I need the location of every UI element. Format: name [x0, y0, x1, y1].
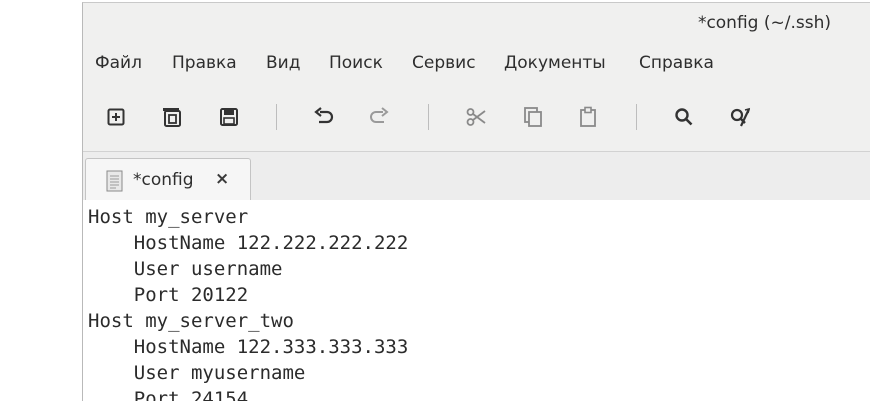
editor-window: *config (~/.ssh) Файл Правка Вид Поиск С… [82, 2, 870, 401]
replace-button[interactable] [726, 103, 754, 131]
tab-strip: *config × [83, 151, 870, 201]
menu-bar: Файл Правка Вид Поиск Сервис Документы С… [83, 49, 870, 81]
redo-button[interactable] [365, 103, 393, 131]
menu-file[interactable]: Файл [95, 53, 142, 73]
menu-tools[interactable]: Сервис [412, 53, 476, 73]
search-icon [675, 108, 693, 126]
text-document-icon [106, 170, 123, 192]
title-bar[interactable]: *config (~/.ssh) [83, 3, 870, 45]
editor-line: Port 20122 [88, 284, 249, 306]
new-document-button[interactable] [102, 103, 130, 131]
editor-line: User username [88, 258, 283, 280]
copy-icon [524, 107, 542, 127]
tab-close-button[interactable]: × [215, 169, 229, 189]
paste-icon [580, 106, 596, 127]
cut-icon [466, 108, 486, 126]
editor-line: Host my_server_two [88, 310, 294, 332]
toolbar-separator [276, 104, 277, 130]
editor-line: HostName 122.222.222.222 [88, 232, 409, 254]
tab-config[interactable]: *config × [85, 158, 251, 201]
undo-icon [314, 107, 334, 124]
text-editor[interactable]: Host my_server HostName 122.222.222.222 … [83, 200, 870, 401]
redo-icon [370, 107, 389, 123]
paste-button[interactable] [574, 103, 602, 131]
editor-line: Port 24154 [88, 388, 249, 401]
search-button[interactable] [670, 103, 698, 131]
tab-label: *config [133, 170, 194, 190]
cut-button[interactable] [462, 103, 490, 131]
new-document-icon [107, 108, 125, 126]
editor-line: Host my_server [88, 206, 249, 228]
toolbar-separator [636, 104, 637, 130]
menu-documents[interactable]: Документы [504, 53, 606, 73]
copy-button[interactable] [519, 103, 547, 131]
save-icon [220, 108, 238, 126]
open-icon [163, 108, 181, 127]
editor-line: HostName 122.333.333.333 [88, 336, 409, 358]
toolbar [83, 95, 870, 141]
window-title: *config (~/.ssh) [697, 13, 831, 33]
save-button[interactable] [215, 103, 243, 131]
open-button[interactable] [158, 103, 186, 131]
menu-edit[interactable]: Правка [172, 53, 237, 73]
undo-button[interactable] [310, 103, 338, 131]
toolbar-separator [428, 104, 429, 130]
menu-help[interactable]: Справка [639, 53, 714, 73]
menu-search[interactable]: Поиск [329, 53, 383, 73]
menu-view[interactable]: Вид [266, 53, 300, 73]
replace-icon [730, 107, 751, 127]
editor-line: User myusername [88, 362, 306, 384]
